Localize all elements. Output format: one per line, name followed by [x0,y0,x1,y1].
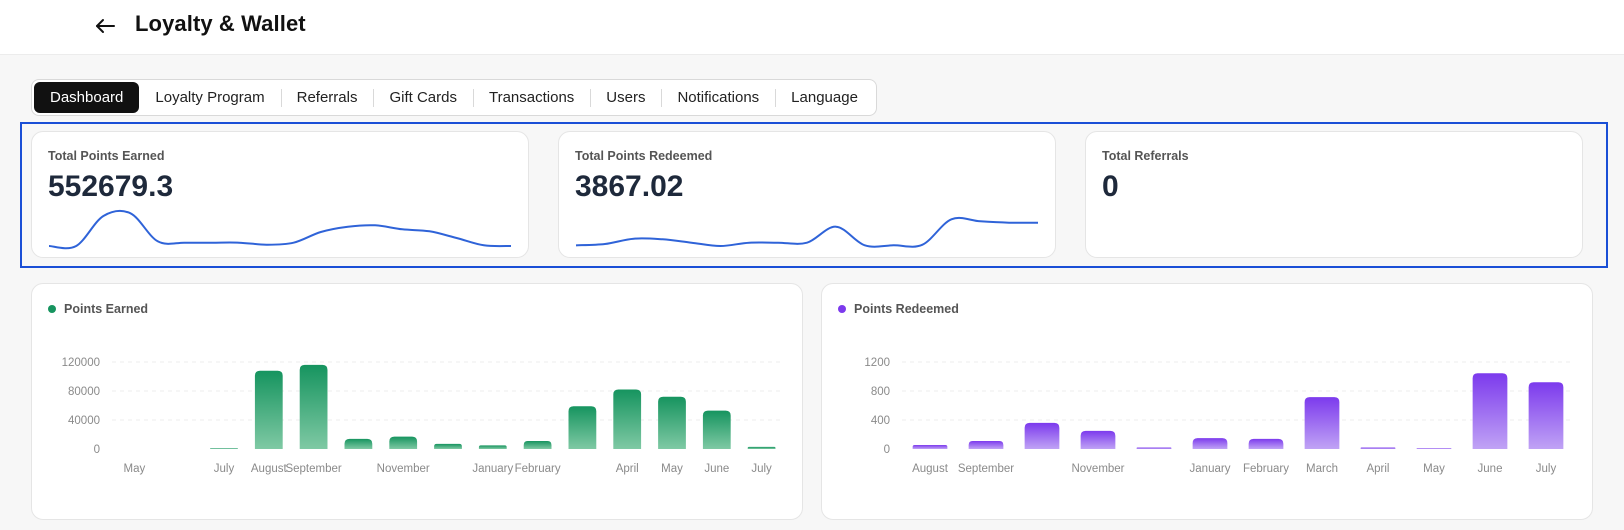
bar[interactable] [912,445,948,449]
x-tick-label: September [285,463,341,475]
tab-language[interactable]: Language [775,82,874,113]
tab-notifications[interactable]: Notifications [661,82,775,113]
x-tick-label: January [1190,463,1231,475]
x-tick-label: February [1243,463,1289,475]
bar[interactable] [389,436,418,449]
bar[interactable] [1416,448,1452,449]
bar-chart-points-earned: 0 40000 80000 120000 May July AugustSeptember N… [62,357,784,475]
y-tick-label: 0 [94,444,100,456]
y-tick-label: 40000 [68,415,100,427]
stat-card-referrals: Total Referrals 0 [1085,131,1583,258]
tab-dashboard[interactable]: Dashboard [34,82,140,113]
bar[interactable] [1472,373,1508,449]
tab-referrals[interactable]: Referrals [280,82,374,113]
bar[interactable] [1192,438,1228,449]
x-tick-label: July [1536,463,1557,475]
chart-card-points-earned: Points Earned 0 40000 80000 120000 May July Au… [31,283,803,520]
sparkline-series [575,216,1039,248]
tab-transactions[interactable]: Transactions [472,82,590,113]
x-tick-label: February [515,463,561,475]
stat-card-points-redeemed: Total Points Redeemed 3867.02 [558,131,1056,258]
stat-label: Total Referrals [1102,149,1189,163]
x-tick-label: July [751,463,772,475]
y-tick-label: 400 [871,415,890,427]
bar[interactable] [478,445,507,449]
y-tick-label: 1200 [864,357,890,369]
stat-label: Total Points Earned [48,149,165,163]
bar[interactable] [747,446,776,449]
bar[interactable] [523,441,552,449]
stat-value: 552679.3 [48,170,174,203]
bar[interactable] [658,396,686,449]
bar[interactable] [254,370,283,449]
bar[interactable] [968,441,1004,449]
stat-value: 3867.02 [575,170,684,203]
bar[interactable] [299,364,328,449]
bar[interactable] [1528,382,1564,449]
sparkline-points-redeemed [575,216,1039,248]
y-tick-label: 120000 [62,357,100,369]
back-button[interactable] [92,12,120,40]
sparkline-series [48,209,512,250]
top-bar: Loyalty & Wallet [0,0,1624,55]
x-tick-label: July [214,463,235,475]
x-tick-label: April [616,463,639,475]
tab-bar: Dashboard Loyalty Program Referrals Gift… [31,79,877,116]
bar[interactable] [1360,447,1396,449]
x-tick-label: May [124,463,146,475]
x-tick-label: June [1478,463,1503,475]
bar[interactable] [1080,430,1116,449]
bar[interactable] [1024,422,1060,449]
y-tick-label: 800 [871,386,890,398]
stat-card-points-earned: Total Points Earned 552679.3 [31,131,529,258]
y-tick-label: 80000 [68,386,100,398]
bar[interactable] [568,406,597,449]
page-title: Loyalty & Wallet [135,11,306,36]
arrow-left-icon [96,19,115,33]
x-tick-label: April [1366,463,1389,475]
x-tick-label: March [1306,463,1338,475]
x-tick-label: May [1423,463,1445,475]
bar[interactable] [1304,397,1340,449]
bar[interactable] [613,389,642,449]
bar[interactable] [1248,438,1284,449]
x-tick-label: June [704,463,729,475]
tab-gift-cards[interactable]: Gift Cards [373,82,473,113]
bar[interactable] [1136,447,1172,449]
stat-value: 0 [1102,170,1119,203]
x-tick-label: August [251,463,288,475]
bar-chart-points-redeemed: 0 400 800 1200 August September November Januar… [864,357,1574,475]
tab-loyalty-program[interactable]: Loyalty Program [139,82,280,113]
bar[interactable] [434,443,462,449]
x-tick-label: November [1071,463,1124,475]
stat-label: Total Points Redeemed [575,149,713,163]
chart-card-points-redeemed: Points Redeemed 0 400 800 1200 August Septemb… [821,283,1593,520]
sparkline-points-earned [48,209,512,250]
bar[interactable] [702,410,731,449]
bar[interactable] [210,448,238,449]
x-tick-label: January [472,463,513,475]
y-tick-label: 0 [884,444,890,456]
x-tick-label: May [661,463,683,475]
x-tick-label: August [912,463,949,475]
bar[interactable] [344,438,373,449]
tab-users[interactable]: Users [590,82,661,113]
x-tick-label: September [958,463,1014,475]
x-tick-label: November [377,463,430,475]
